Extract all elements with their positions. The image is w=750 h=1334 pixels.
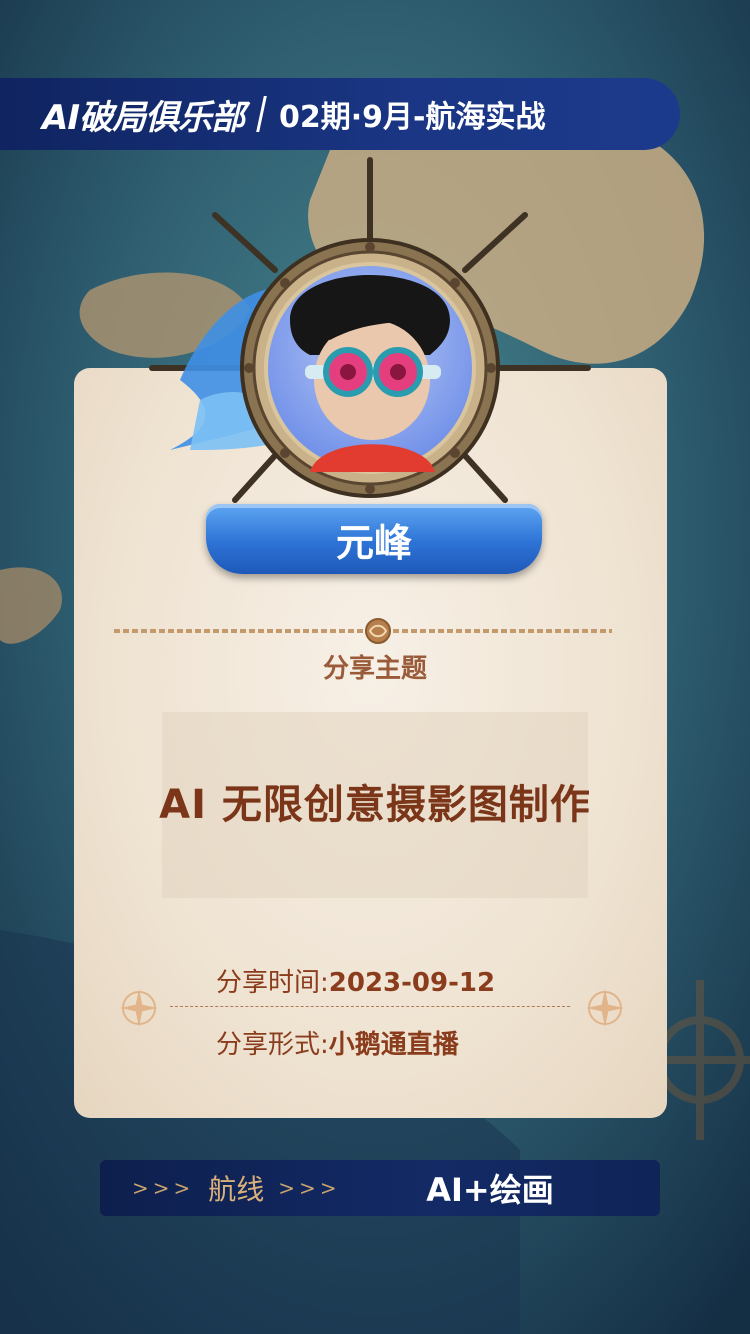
rope-divider (114, 618, 612, 644)
issue-title: 02期·9月-航海实战 (278, 100, 546, 135)
route-arrows-right: >>> (278, 1176, 341, 1200)
route-label: 航线 (208, 1173, 265, 1206)
compass-icon (120, 989, 158, 1027)
compass-icon (586, 989, 624, 1027)
header-banner: AI破局俱乐部 02期·9月-航海实战 (0, 78, 680, 150)
share-time: 分享时间:2023-09-12 (216, 962, 495, 999)
route-value: AI+绘画 (426, 1171, 554, 1209)
club-brand: AI破局俱乐部 (42, 97, 245, 138)
speaker-name: 元峰 (335, 520, 412, 565)
share-format-value: 小鹅通直播 (328, 1030, 459, 1060)
share-time-value: 2023-09-12 (328, 968, 496, 998)
share-format-label: 分享形式: (216, 1030, 329, 1060)
share-format: 分享形式:小鹅通直播 (216, 1024, 459, 1061)
topic-title: AI 无限创意摄影图制作 (159, 782, 591, 828)
porthole-frame (149, 157, 591, 503)
details-divider (170, 1006, 570, 1007)
route-arrows-left: >>> (132, 1176, 195, 1200)
share-time-label: 分享时间: (216, 968, 329, 998)
route-bar: >>> 航线 >>> AI+绘画 (100, 1160, 660, 1216)
header-divider (256, 96, 267, 132)
topic-label: 分享主题 (322, 654, 427, 684)
speaker-name-plate: 元峰 (206, 504, 542, 574)
